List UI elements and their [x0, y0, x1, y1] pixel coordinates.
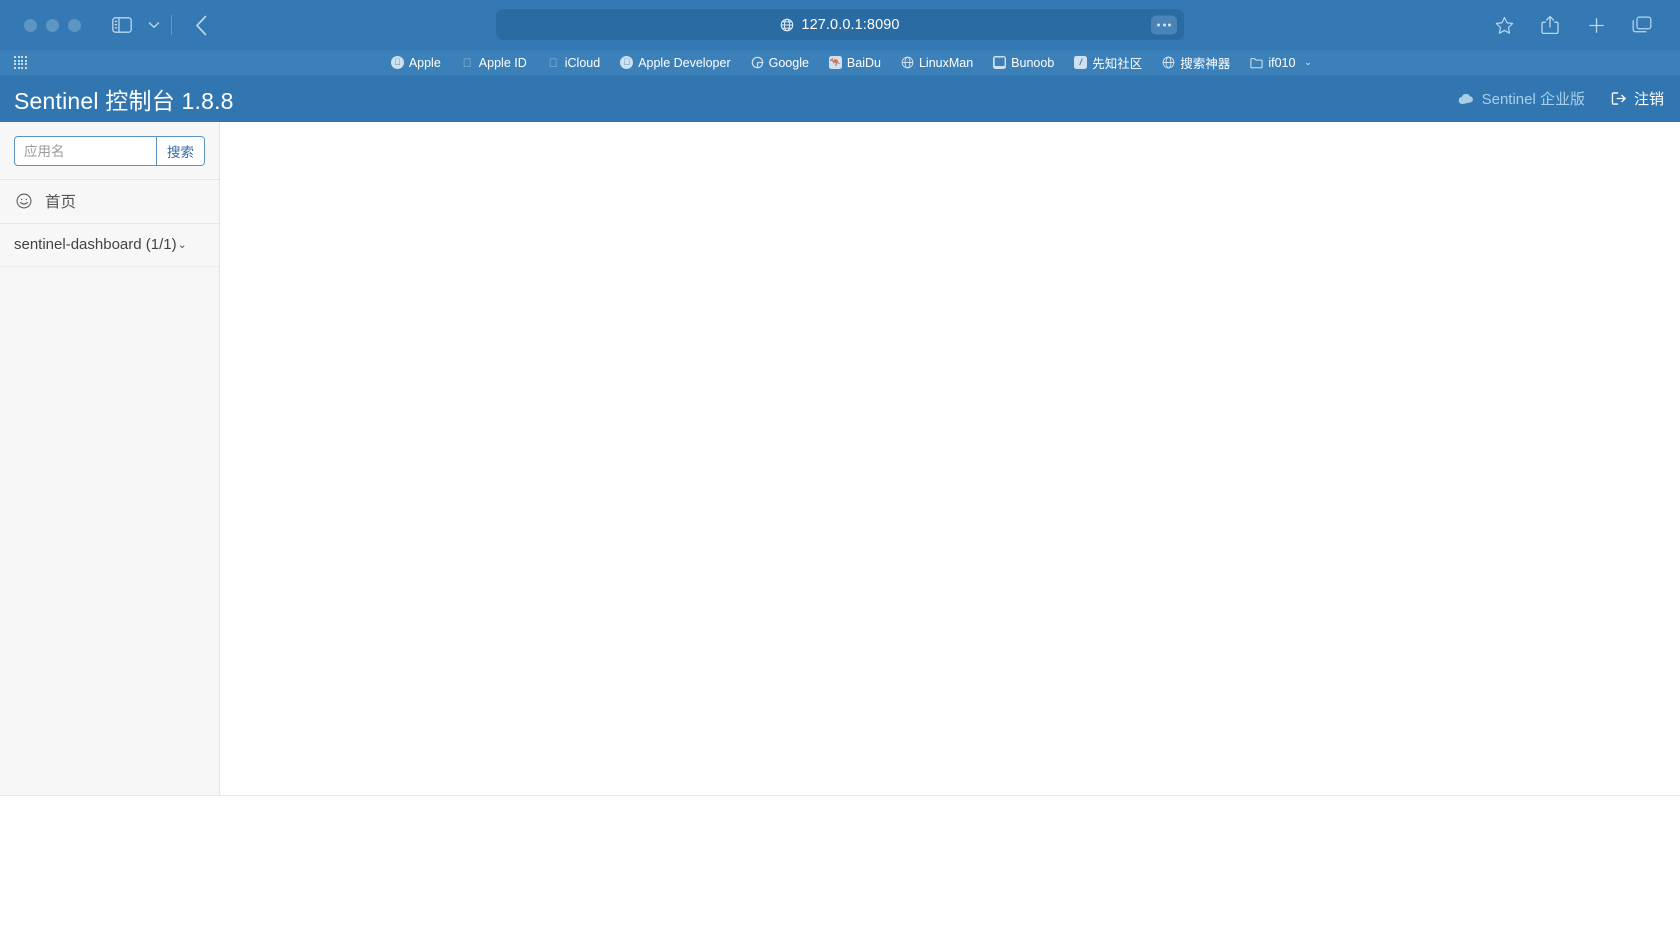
apple-circle-icon: 	[390, 56, 404, 69]
window-traffic-lights	[24, 18, 81, 32]
share-icon[interactable]	[1538, 13, 1562, 37]
toolbar-right-actions	[1492, 13, 1662, 37]
bookmark-label: 搜索神器	[1180, 57, 1231, 71]
chevron-down-icon: ⌄	[177, 239, 187, 251]
baidu-square-icon: 🦘	[828, 56, 842, 69]
bookmark-folder-if010[interactable]: if010 ⌄	[1240, 56, 1322, 70]
apps-grid-icon[interactable]	[14, 56, 27, 69]
app-header: Sentinel 控制台 1.8.8 Sentinel 企业版 注销	[0, 75, 1680, 122]
bookmark-xianzhi[interactable]: / 先知社区	[1064, 53, 1152, 72]
runoob-square-icon: ██	[993, 56, 1007, 69]
back-icon[interactable]	[190, 13, 212, 37]
bookmark-apple-developer[interactable]:  Apple Developer	[610, 56, 740, 70]
bookmark-label: Apple	[408, 55, 441, 70]
bookmark-bunoob[interactable]: ██ Bunoob	[983, 56, 1064, 70]
page-title: Sentinel 控制台 1.8.8	[14, 87, 234, 114]
bookmark-list:  Apple  Apple ID  iCloud  Apple Deve…	[381, 53, 1322, 72]
apple-ghost-icon: 	[461, 56, 474, 70]
main-content-area	[220, 122, 1680, 795]
tab-overview-icon[interactable]	[1630, 13, 1654, 37]
chevron-down-icon: ⌄	[1304, 57, 1312, 67]
bookmark-baidu[interactable]: 🦘 BaiDu	[819, 56, 891, 70]
xianzhi-square-icon: /	[1074, 56, 1088, 69]
bookmark-label: Bunoob	[1011, 55, 1055, 70]
sidebar: 搜索 首页 sentinel-dashboard (1/1) ⌄	[0, 122, 220, 795]
google-circle-icon	[751, 56, 764, 69]
browser-toolbar: 127.0.0.1:8090	[0, 0, 1680, 50]
browser-window: 127.0.0.1:8090 Apple Apple ID iCloud App…	[0, 0, 1680, 937]
sidebar-search-row: 搜索	[0, 122, 219, 179]
globe-icon	[780, 18, 794, 32]
new-tab-icon[interactable]	[1584, 13, 1608, 37]
bookmark-icloud[interactable]:  iCloud	[537, 56, 610, 70]
app-header-actions: Sentinel 企业版 注销	[1458, 88, 1664, 109]
bookmark-label: 先知社区	[1092, 57, 1143, 71]
address-bar-container: 127.0.0.1:8090	[0, 9, 1680, 40]
bookmark-label: if010	[1268, 55, 1296, 70]
page-settings-icon[interactable]	[1151, 15, 1177, 34]
search-button[interactable]: 搜索	[156, 137, 204, 165]
sidebar-item-label: sentinel-dashboard (1/1)	[14, 236, 177, 253]
globe-icon	[1162, 56, 1175, 69]
bookmark-star-icon[interactable]	[1492, 13, 1516, 37]
sidebar-toggle-icon[interactable]	[109, 14, 135, 36]
logout-label: 注销	[1633, 91, 1664, 108]
logout-icon	[1611, 91, 1627, 106]
cloud-icon	[1458, 93, 1475, 105]
sidebar-item-sentinel-dashboard[interactable]: sentinel-dashboard (1/1) ⌄	[0, 224, 219, 267]
bookmark-label: Apple ID	[478, 55, 527, 70]
bookmark-label: BaiDu	[846, 55, 881, 70]
app-search-group: 搜索	[14, 136, 205, 166]
search-input[interactable]	[15, 137, 156, 165]
bookmark-label: Apple Developer	[638, 55, 731, 70]
apple-circle-icon: 	[620, 56, 634, 69]
bookmark-label: iCloud	[564, 55, 601, 70]
dashboard-gauge-icon	[16, 193, 32, 209]
zoom-window-button[interactable]	[68, 18, 81, 32]
close-window-button[interactable]	[24, 18, 37, 32]
chevron-down-icon[interactable]	[146, 14, 162, 36]
bookmark-label: LinuxMan	[918, 55, 974, 70]
apple-ghost-icon: 	[547, 56, 560, 70]
bookmark-label: Google	[768, 55, 809, 70]
bookmark-linuxman[interactable]: LinuxMan	[891, 56, 983, 70]
bookmark-google[interactable]: Google	[741, 56, 819, 70]
sentinel-enterprise-link[interactable]: Sentinel 企业版	[1458, 88, 1611, 109]
logout-button[interactable]: 注销	[1611, 88, 1664, 109]
sidebar-item-label: 首页	[45, 194, 77, 211]
minimize-window-button[interactable]	[46, 18, 59, 32]
address-bar[interactable]: 127.0.0.1:8090	[496, 9, 1184, 40]
folder-icon	[1250, 56, 1263, 69]
bookmark-sousuoshenqi[interactable]: 搜索神器	[1152, 53, 1240, 72]
sentinel-enterprise-label: Sentinel 企业版	[1481, 91, 1585, 108]
bookmark-apple-id[interactable]:  Apple ID	[451, 56, 537, 70]
bookmarks-bar:  Apple  Apple ID  iCloud  Apple Deve…	[0, 50, 1680, 75]
globe-icon	[901, 56, 914, 69]
address-bar-url: 127.0.0.1:8090	[801, 16, 900, 33]
toolbar-divider	[171, 15, 172, 35]
app-body: 搜索 首页 sentinel-dashboard (1/1) ⌄	[0, 122, 1680, 795]
page-footer	[0, 795, 1680, 937]
sidebar-item-home[interactable]: 首页	[0, 179, 219, 224]
bookmark-apple[interactable]:  Apple	[381, 56, 451, 70]
